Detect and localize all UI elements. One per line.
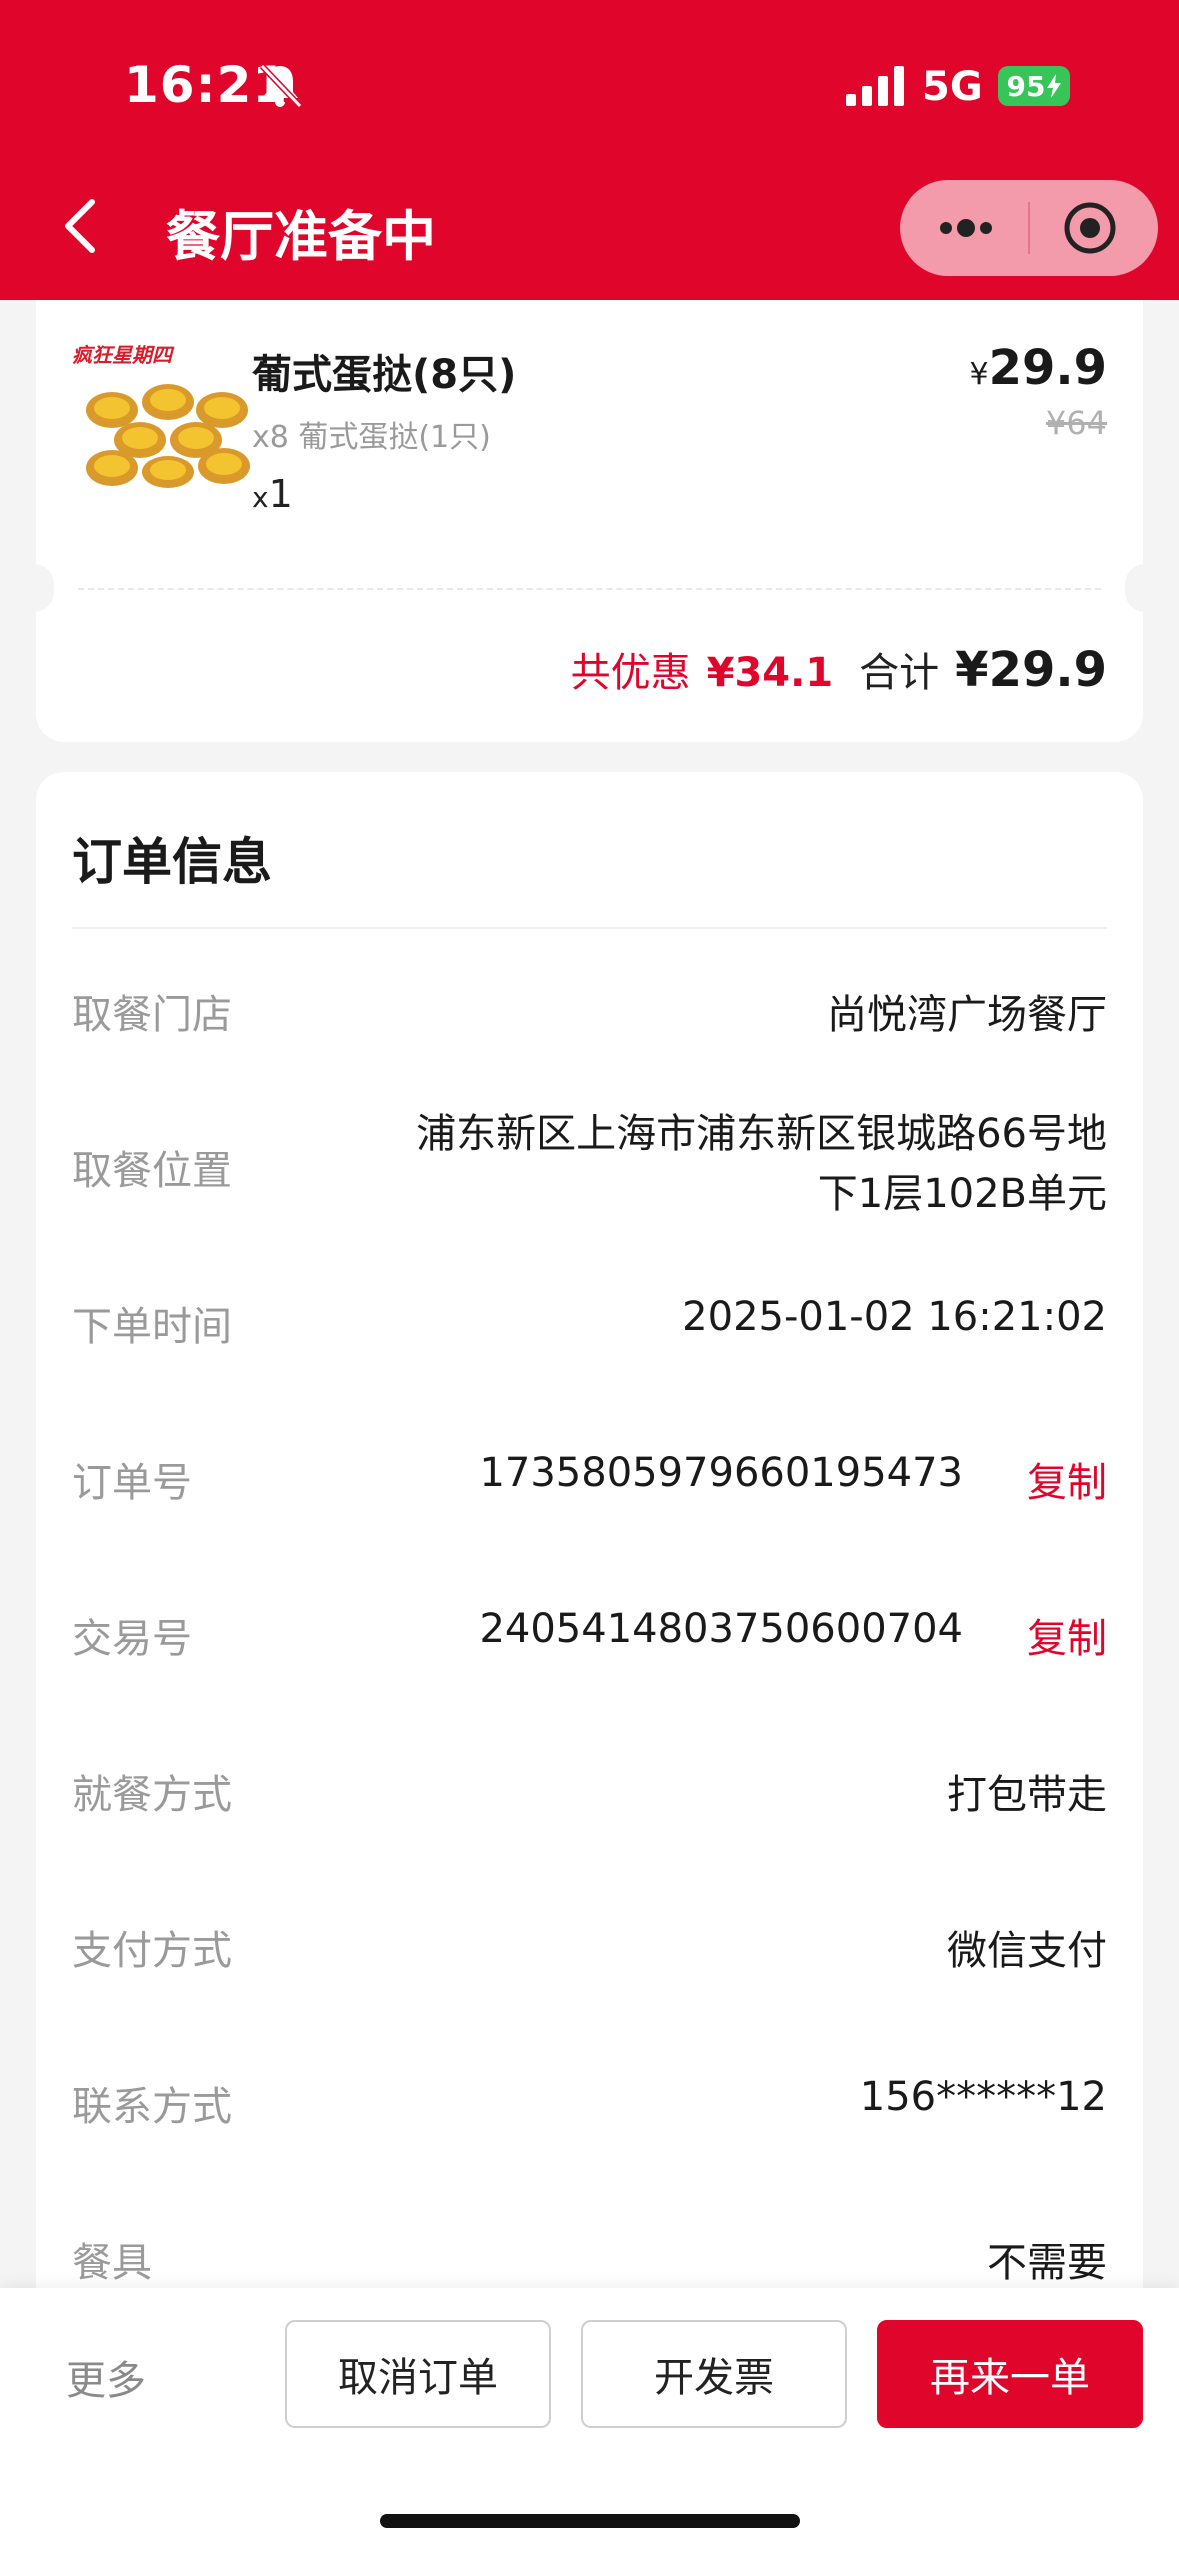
bell-muted-icon [259,63,302,109]
cancel-order-button[interactable]: 取消订单 [285,2320,551,2428]
row-label-payment-method: 支付方式 [72,1928,232,1974]
ticket-notch-right [1125,564,1165,612]
quantity-prefix: x [252,481,269,514]
product-image-label: 疯狂星期四 [72,343,175,367]
row-value-location: 浦东新区上海市浦东新区银城路66号地 下1层102B单元 [347,1104,1107,1224]
battery-indicator: 95 [998,66,1070,106]
close-miniprogram-icon[interactable] [1060,198,1120,258]
product-subitem: x8 葡式蛋挞(1只) [252,420,491,455]
row-label-order-time: 下单时间 [72,1304,232,1350]
capsule-divider [1028,202,1030,254]
order-info-divider [72,927,1107,929]
order-info-card: 订单信息 取餐门店 尚悦湾广场餐厅 取餐位置 浦东新区上海市浦东新区银城路66号… [36,772,1143,2372]
charging-icon [1047,74,1062,98]
row-value-payment-method: 微信支付 [947,1928,1107,1974]
product-card: 疯狂星期四 葡式蛋挞(8只) x8 葡式蛋挞(1只) x1 ¥29.9 ¥64 … [14,300,1165,742]
price-value: 29.9 [988,340,1107,396]
discount-label: 共优惠 [570,650,691,696]
copy-transaction-number-button[interactable]: 复制 [1027,1606,1107,1664]
invoice-button[interactable]: 开发票 [581,2320,847,2428]
row-value-contact: 156******12 [859,2074,1107,2120]
home-indicator[interactable] [380,2514,800,2528]
ticket-notch-left [14,564,54,612]
copy-order-number-button[interactable]: 复制 [1027,1450,1107,1508]
row-value-transaction-number: 2405414803750600704 [479,1606,963,1652]
total-value: ¥29.9 [955,642,1107,698]
battery-level: 95 [1006,69,1046,103]
row-label-order-number: 订单号 [72,1460,192,1506]
total-label: 合计 [859,650,940,696]
network-label: 5G [922,64,983,110]
row-label-tableware: 餐具 [72,2240,152,2286]
row-label-transaction-number: 交易号 [72,1616,192,1662]
back-arrow-icon[interactable] [60,196,104,256]
total-row: 共优惠 ¥34.1 合计 ¥29.9 [571,640,1107,698]
quantity-value: 1 [268,472,293,516]
row-value-order-number: 1735805979660195473 [479,1450,963,1496]
original-price: ¥64 [1045,404,1107,442]
row-value-order-time: 2025-01-02 16:21:02 [682,1294,1107,1340]
dashed-divider [78,588,1101,590]
row-label-location: 取餐位置 [72,1148,232,1194]
product-image: 疯狂星期四 [72,340,266,490]
location-line-2: 下1层102B单元 [817,1171,1107,1217]
row-label-dining-method: 就餐方式 [72,1772,232,1818]
product-name: 葡式蛋挞(8只) [252,352,517,398]
row-label-contact: 联系方式 [72,2084,232,2130]
product-price: ¥29.9 [969,340,1107,396]
product-quantity: x1 [252,472,293,516]
signal-icon [846,66,904,106]
more-button[interactable]: 更多 [66,2348,146,2406]
row-value-tableware: 不需要 [987,2240,1107,2286]
header: 16:21 5G 95 餐厅准备中 [0,0,1179,300]
miniprogram-capsule [900,180,1158,276]
row-label-store: 取餐门店 [72,992,232,1038]
discount-value: ¥34.1 [706,650,834,696]
price-symbol: ¥ [969,357,989,392]
order-info-title: 订单信息 [72,833,272,891]
page-title: 餐厅准备中 [166,205,436,268]
location-line-1: 浦东新区上海市浦东新区银城路66号地 [416,1111,1107,1157]
more-dots-icon[interactable] [936,210,996,246]
row-value-store: 尚悦湾广场餐厅 [827,992,1107,1038]
row-value-dining-method: 打包带走 [947,1772,1107,1818]
reorder-button[interactable]: 再来一单 [877,2320,1143,2428]
